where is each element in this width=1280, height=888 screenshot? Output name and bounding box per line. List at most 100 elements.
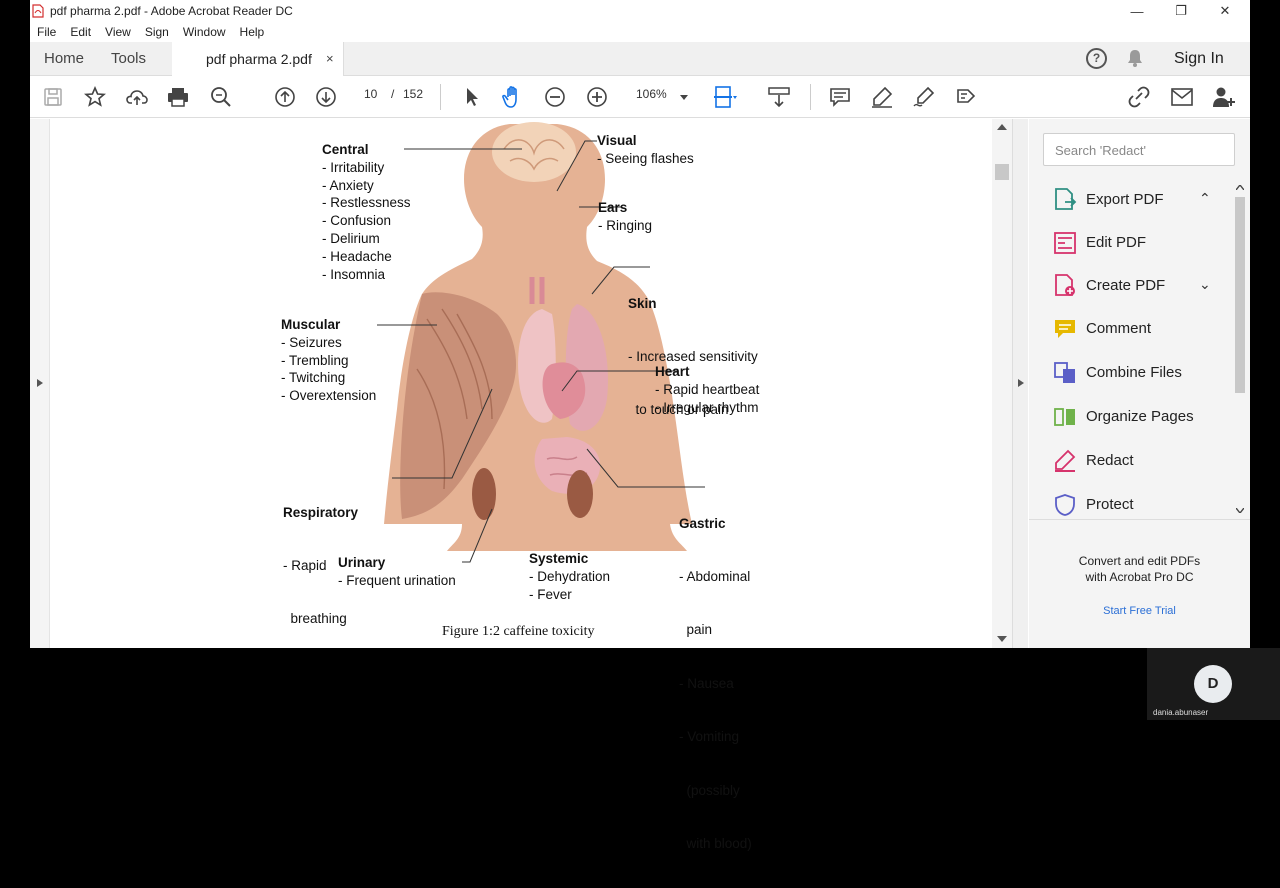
tool-label: Combine Files xyxy=(1086,364,1182,381)
help-icon[interactable]: ? xyxy=(1086,48,1107,69)
comment-icon[interactable] xyxy=(828,85,852,109)
menu-file[interactable]: File xyxy=(30,22,63,42)
minimize-button[interactable]: — xyxy=(1115,0,1159,22)
current-page-input[interactable]: 10 xyxy=(364,87,377,101)
tool-protect[interactable]: Protect xyxy=(1053,493,1228,517)
toolbar-divider xyxy=(440,84,441,110)
previous-page-icon[interactable] xyxy=(273,85,297,109)
tool-create-pdf[interactable]: Create PDF ⌄ xyxy=(1053,274,1228,298)
urinary-label: Urinary - Frequent urination xyxy=(338,554,456,590)
muscular-item: - Trembling xyxy=(281,352,349,368)
print-icon[interactable] xyxy=(166,85,190,109)
menu-edit[interactable]: Edit xyxy=(63,22,98,42)
chevron-down-icon[interactable]: ⌄ xyxy=(1199,276,1211,293)
tool-comment[interactable]: Comment xyxy=(1053,317,1228,341)
chevron-up-icon[interactable]: ⌃ xyxy=(1199,190,1211,207)
systemic-item: - Fever xyxy=(529,586,572,602)
scroll-up-icon[interactable] xyxy=(997,124,1007,130)
figure-caption: Figure 1:2 caffeine toxicity xyxy=(442,624,595,639)
window-title: pdf pharma 2.pdf - Adobe Acrobat Reader … xyxy=(50,4,293,18)
zoom-in-icon[interactable] xyxy=(585,85,609,109)
draw-sign-icon[interactable] xyxy=(912,85,936,109)
muscular-item: - Seizures xyxy=(281,334,342,350)
left-panel-strip[interactable] xyxy=(30,119,50,648)
tools-panel: Search 'Redact' Export PDF ⌃ Edit PDF Cr… xyxy=(1029,119,1250,648)
zoom-chevron-down-icon[interactable] xyxy=(680,95,688,100)
heart-label: Heart - Rapid heartbeat - Irregular rhyt… xyxy=(655,363,759,416)
tool-export-pdf[interactable]: Export PDF ⌃ xyxy=(1053,188,1228,212)
participant-tile: D dania.abunaser xyxy=(1147,648,1280,720)
gastric-title: Gastric xyxy=(679,515,726,531)
protect-icon xyxy=(1055,494,1075,516)
scroll-thumb[interactable] xyxy=(995,164,1009,180)
tools-scroll-thumb[interactable] xyxy=(1235,197,1245,393)
email-icon[interactable] xyxy=(1170,85,1194,109)
tab-home[interactable]: Home xyxy=(44,50,84,67)
menu-help[interactable]: Help xyxy=(233,22,272,42)
zoom-search-icon[interactable] xyxy=(209,85,233,109)
scroll-mode-icon[interactable] xyxy=(767,85,791,109)
maximize-button[interactable]: ❐ xyxy=(1159,0,1203,22)
fill-sign-icon[interactable] xyxy=(954,85,978,109)
pdf-page: Central - Irritability - Anxiety - Restl… xyxy=(52,119,992,851)
right-panel-toggle-strip[interactable] xyxy=(1012,119,1028,648)
urinary-item: - Frequent urination xyxy=(338,572,456,588)
upload-cloud-icon[interactable] xyxy=(125,85,149,109)
tab-document[interactable]: pdf pharma 2.pdf × xyxy=(172,42,344,76)
hand-tool-icon[interactable] xyxy=(501,85,525,109)
zoom-out-icon[interactable] xyxy=(543,85,567,109)
tool-combine-files[interactable]: Combine Files xyxy=(1053,361,1228,385)
central-item: - Irritability xyxy=(322,159,385,175)
scroll-down-icon[interactable] xyxy=(997,636,1007,642)
avatar: D xyxy=(1194,665,1232,703)
zoom-level-dropdown[interactable]: 106% xyxy=(636,87,667,101)
menu-window[interactable]: Window xyxy=(176,22,233,42)
visual-title: Visual xyxy=(597,133,637,148)
share-link-icon[interactable] xyxy=(1127,85,1151,109)
close-window-button[interactable]: ✕ xyxy=(1203,0,1247,22)
sign-in-button[interactable]: Sign In xyxy=(1174,50,1224,68)
start-free-trial-link[interactable]: Start Free Trial xyxy=(1029,605,1250,617)
systemic-title: Systemic xyxy=(529,551,589,566)
promo-line: Convert and edit PDFs xyxy=(1078,554,1201,568)
close-tab-button[interactable]: × xyxy=(326,51,334,66)
bookmark-star-icon[interactable] xyxy=(83,85,107,109)
tool-edit-pdf[interactable]: Edit PDF xyxy=(1053,231,1228,255)
systemic-label: Systemic - Dehydration - Fever xyxy=(529,550,610,603)
tab-bar: Home Tools pdf pharma 2.pdf × ? Sign In xyxy=(30,42,1250,76)
muscular-title: Muscular xyxy=(281,317,341,332)
gastric-label: Gastric - Abdominal pain - Nausea - Vomi… xyxy=(679,479,752,888)
ears-title: Ears xyxy=(598,200,628,215)
tools-scrollbar[interactable] xyxy=(1233,183,1247,519)
tool-label: Redact xyxy=(1086,452,1134,469)
tool-organize-pages[interactable]: Organize Pages xyxy=(1053,405,1228,429)
muscular-item: - Twitching xyxy=(281,370,346,386)
respiratory-item: breathing xyxy=(283,611,347,627)
expand-left-panel-icon[interactable] xyxy=(37,379,43,387)
document-scrollbar[interactable] xyxy=(992,119,1012,648)
acrobat-window: pdf pharma 2.pdf - Adobe Acrobat Reader … xyxy=(30,0,1250,851)
highlight-pen-icon[interactable] xyxy=(870,85,894,109)
edit-pdf-icon xyxy=(1054,232,1076,254)
tools-scroll-down-icon[interactable] xyxy=(1236,508,1244,513)
notification-bell-icon[interactable] xyxy=(1127,49,1143,67)
collapse-right-panel-icon[interactable] xyxy=(1018,379,1024,387)
next-page-icon[interactable] xyxy=(314,85,338,109)
gastric-item: with blood) xyxy=(679,835,752,851)
fit-page-icon[interactable] xyxy=(713,85,737,109)
tools-scroll-up-icon[interactable] xyxy=(1236,185,1244,190)
add-user-icon[interactable] xyxy=(1212,85,1236,109)
total-pages: 152 xyxy=(403,87,424,101)
gastric-item: pain xyxy=(679,622,713,638)
heart-item: - Irregular rhythm xyxy=(655,399,759,415)
tool-label: Protect xyxy=(1086,496,1134,513)
tool-redact[interactable]: Redact xyxy=(1053,449,1228,473)
respiratory-title: Respiratory xyxy=(283,504,359,520)
save-icon[interactable] xyxy=(41,85,65,109)
menu-view[interactable]: View xyxy=(98,22,138,42)
menu-sign[interactable]: Sign xyxy=(138,22,176,42)
select-arrow-icon[interactable] xyxy=(460,85,484,109)
tools-search-input[interactable]: Search 'Redact' xyxy=(1043,133,1235,166)
tab-tools[interactable]: Tools xyxy=(111,50,146,67)
organize-pages-icon xyxy=(1054,408,1075,426)
